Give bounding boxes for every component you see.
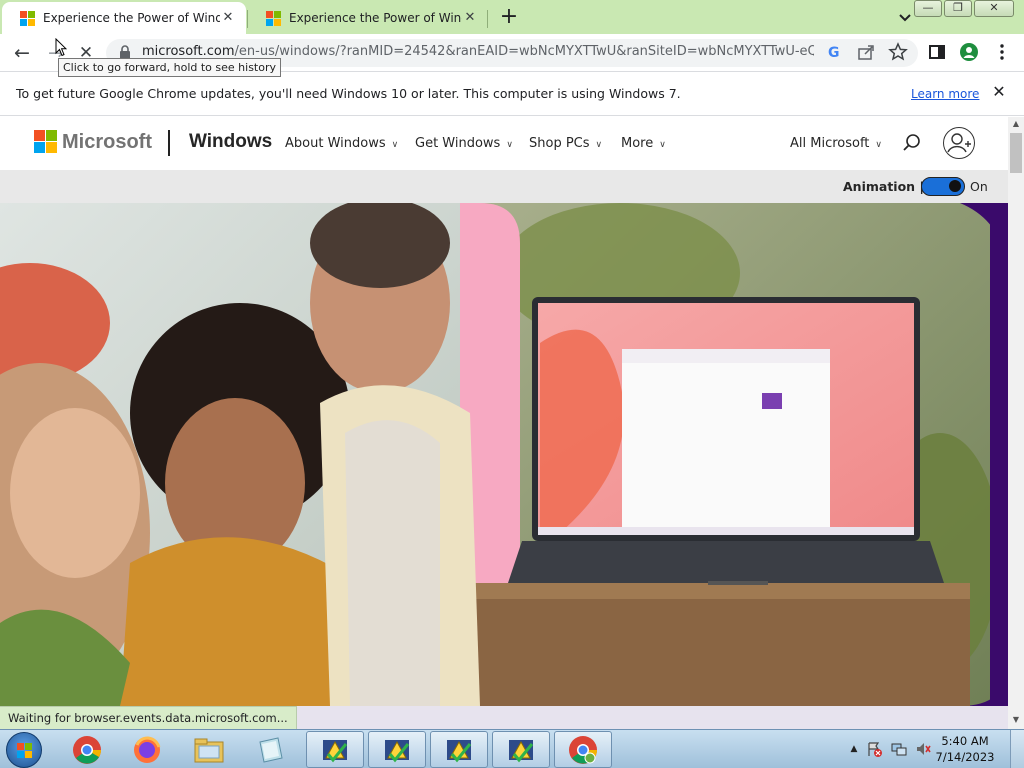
new-tab-plus-icon[interactable]: + [497,6,521,30]
microsoft-header: Microsoft Windows About Windows ∨ Get Win… [0,117,1008,170]
taskbar-warning-app-4[interactable] [492,731,550,768]
vertical-scrollbar[interactable]: ▲ ▼ [1008,117,1024,729]
volume-muted-icon[interactable] [915,741,931,757]
scroll-up-icon[interactable]: ▲ [1008,117,1024,131]
animation-state: On [970,179,988,194]
animation-label: Animation | [843,179,924,194]
infobar-close-icon[interactable]: ✕ [990,83,1008,101]
forward-button-tooltip: Click to go forward, hold to see history [58,58,281,77]
restore-button[interactable]: ❐ [944,0,972,17]
taskbar-warning-app-3[interactable] [430,731,488,768]
taskbar-chrome-icon[interactable] [58,731,116,768]
back-arrow-icon[interactable]: ← [10,41,34,65]
profile-avatar-icon[interactable] [959,42,979,62]
chevron-down-icon: ∨ [391,140,399,150]
svg-text:G: G [828,45,840,61]
chevron-down-icon: ∨ [595,140,603,150]
url-path: /en-us/windows/?ranMID=24542&ranEAID=wbN… [234,44,814,59]
close-window-button[interactable]: ✕ [974,0,1014,17]
tab-active[interactable]: Experience the Power of Windows 11 ✕ [2,2,246,34]
taskbar-explorer-icon[interactable] [180,731,238,768]
side-panel-icon[interactable] [927,42,947,62]
tab-title: Experience the Power of Windows 11 [43,11,220,25]
chevron-down-icon: ∨ [506,140,513,150]
tab-inactive[interactable]: Experience the Power of Windows 11 ✕ [248,2,488,34]
share-icon[interactable] [856,42,876,62]
microsoft-favicon-icon [20,10,35,26]
tab-divider [487,10,488,28]
account-sign-in-icon[interactable] [943,127,975,159]
nav-more[interactable]: More ∨ [621,136,666,151]
windows-taskbar: ▲ 5:40 AM 7/14/2023 [0,729,1024,768]
taskbar-clock[interactable]: 5:40 AM 7/14/2023 [930,733,1000,765]
nav-label: More [621,136,654,151]
microsoft-favicon-icon [266,10,281,26]
chrome-menu-kebab-icon[interactable] [992,42,1012,62]
tab-search-chevron-icon[interactable] [894,8,916,28]
status-bubble: Waiting for browser.events.data.microsof… [0,706,297,729]
toggle-knob [949,180,961,192]
header-divider [168,130,170,156]
start-orb-icon[interactable] [6,732,42,768]
action-center-flag-icon[interactable] [866,741,882,757]
taskbar-firefox-icon[interactable] [118,731,176,768]
nav-get-windows[interactable]: Get Windows ∨ [415,136,513,151]
nav-label: Get Windows [415,136,501,151]
nav-label: All Microsoft [790,136,870,151]
animation-toggle-bar: Animation | On [0,170,1008,203]
taskbar-warning-app-2[interactable] [368,731,426,768]
clock-date: 7/14/2023 [935,750,995,764]
url-text[interactable]: microsoft.com/en-us/windows/?ranMID=2454… [142,44,814,59]
clock-time: 5:40 AM [941,734,989,748]
tray-overflow-arrow-icon[interactable]: ▲ [846,741,862,757]
update-infobar: To get future Google Chrome updates, you… [0,71,1024,116]
tab-close-icon[interactable]: ✕ [220,10,236,26]
infobar-message: To get future Google Chrome updates, you… [16,86,681,101]
microsoft-logo-icon[interactable] [34,130,57,153]
search-icon[interactable] [902,133,922,153]
nav-label: About Windows [285,136,386,151]
network-icon[interactable] [891,741,907,757]
hero-image [0,203,1008,706]
tab-strip: Experience the Power of Windows 11 ✕ Exp… [0,0,1024,34]
window-controls: — ❐ ✕ [914,0,1014,17]
animation-toggle[interactable] [921,177,965,196]
microsoft-brand-text[interactable]: Microsoft [62,131,152,154]
windows-product-link[interactable]: Windows [189,131,272,153]
learn-more-link[interactable]: Learn more [911,87,979,101]
mouse-pointer-icon [55,38,67,57]
chevron-down-icon: ∨ [659,140,666,150]
nav-all-microsoft[interactable]: All Microsoft ∨ [790,136,882,151]
taskbar-app-icon[interactable] [242,731,300,768]
taskbar-chrome-active-icon[interactable] [554,731,612,768]
show-desktop-button[interactable] [1010,730,1024,768]
tab-close-icon[interactable]: ✕ [462,10,478,26]
nav-shop-pcs[interactable]: Shop PCs ∨ [529,136,602,151]
page-viewport: Microsoft Windows About Windows ∨ Get Win… [0,117,1008,706]
tab-title: Experience the Power of Windows 11 [289,11,462,25]
nav-label: Shop PCs [529,136,590,151]
chevron-down-icon: ∨ [875,140,883,150]
taskbar-warning-app-1[interactable] [306,731,364,768]
scroll-down-icon[interactable]: ▼ [1008,713,1024,727]
scrollbar-thumb[interactable] [1010,133,1022,173]
bookmark-star-icon[interactable] [888,42,908,62]
google-lens-icon[interactable]: G [824,42,844,62]
nav-about-windows[interactable]: About Windows ∨ [285,136,398,151]
minimize-button[interactable]: — [914,0,942,17]
url-host: microsoft.com [142,44,235,59]
hero-illustration [0,203,1008,706]
